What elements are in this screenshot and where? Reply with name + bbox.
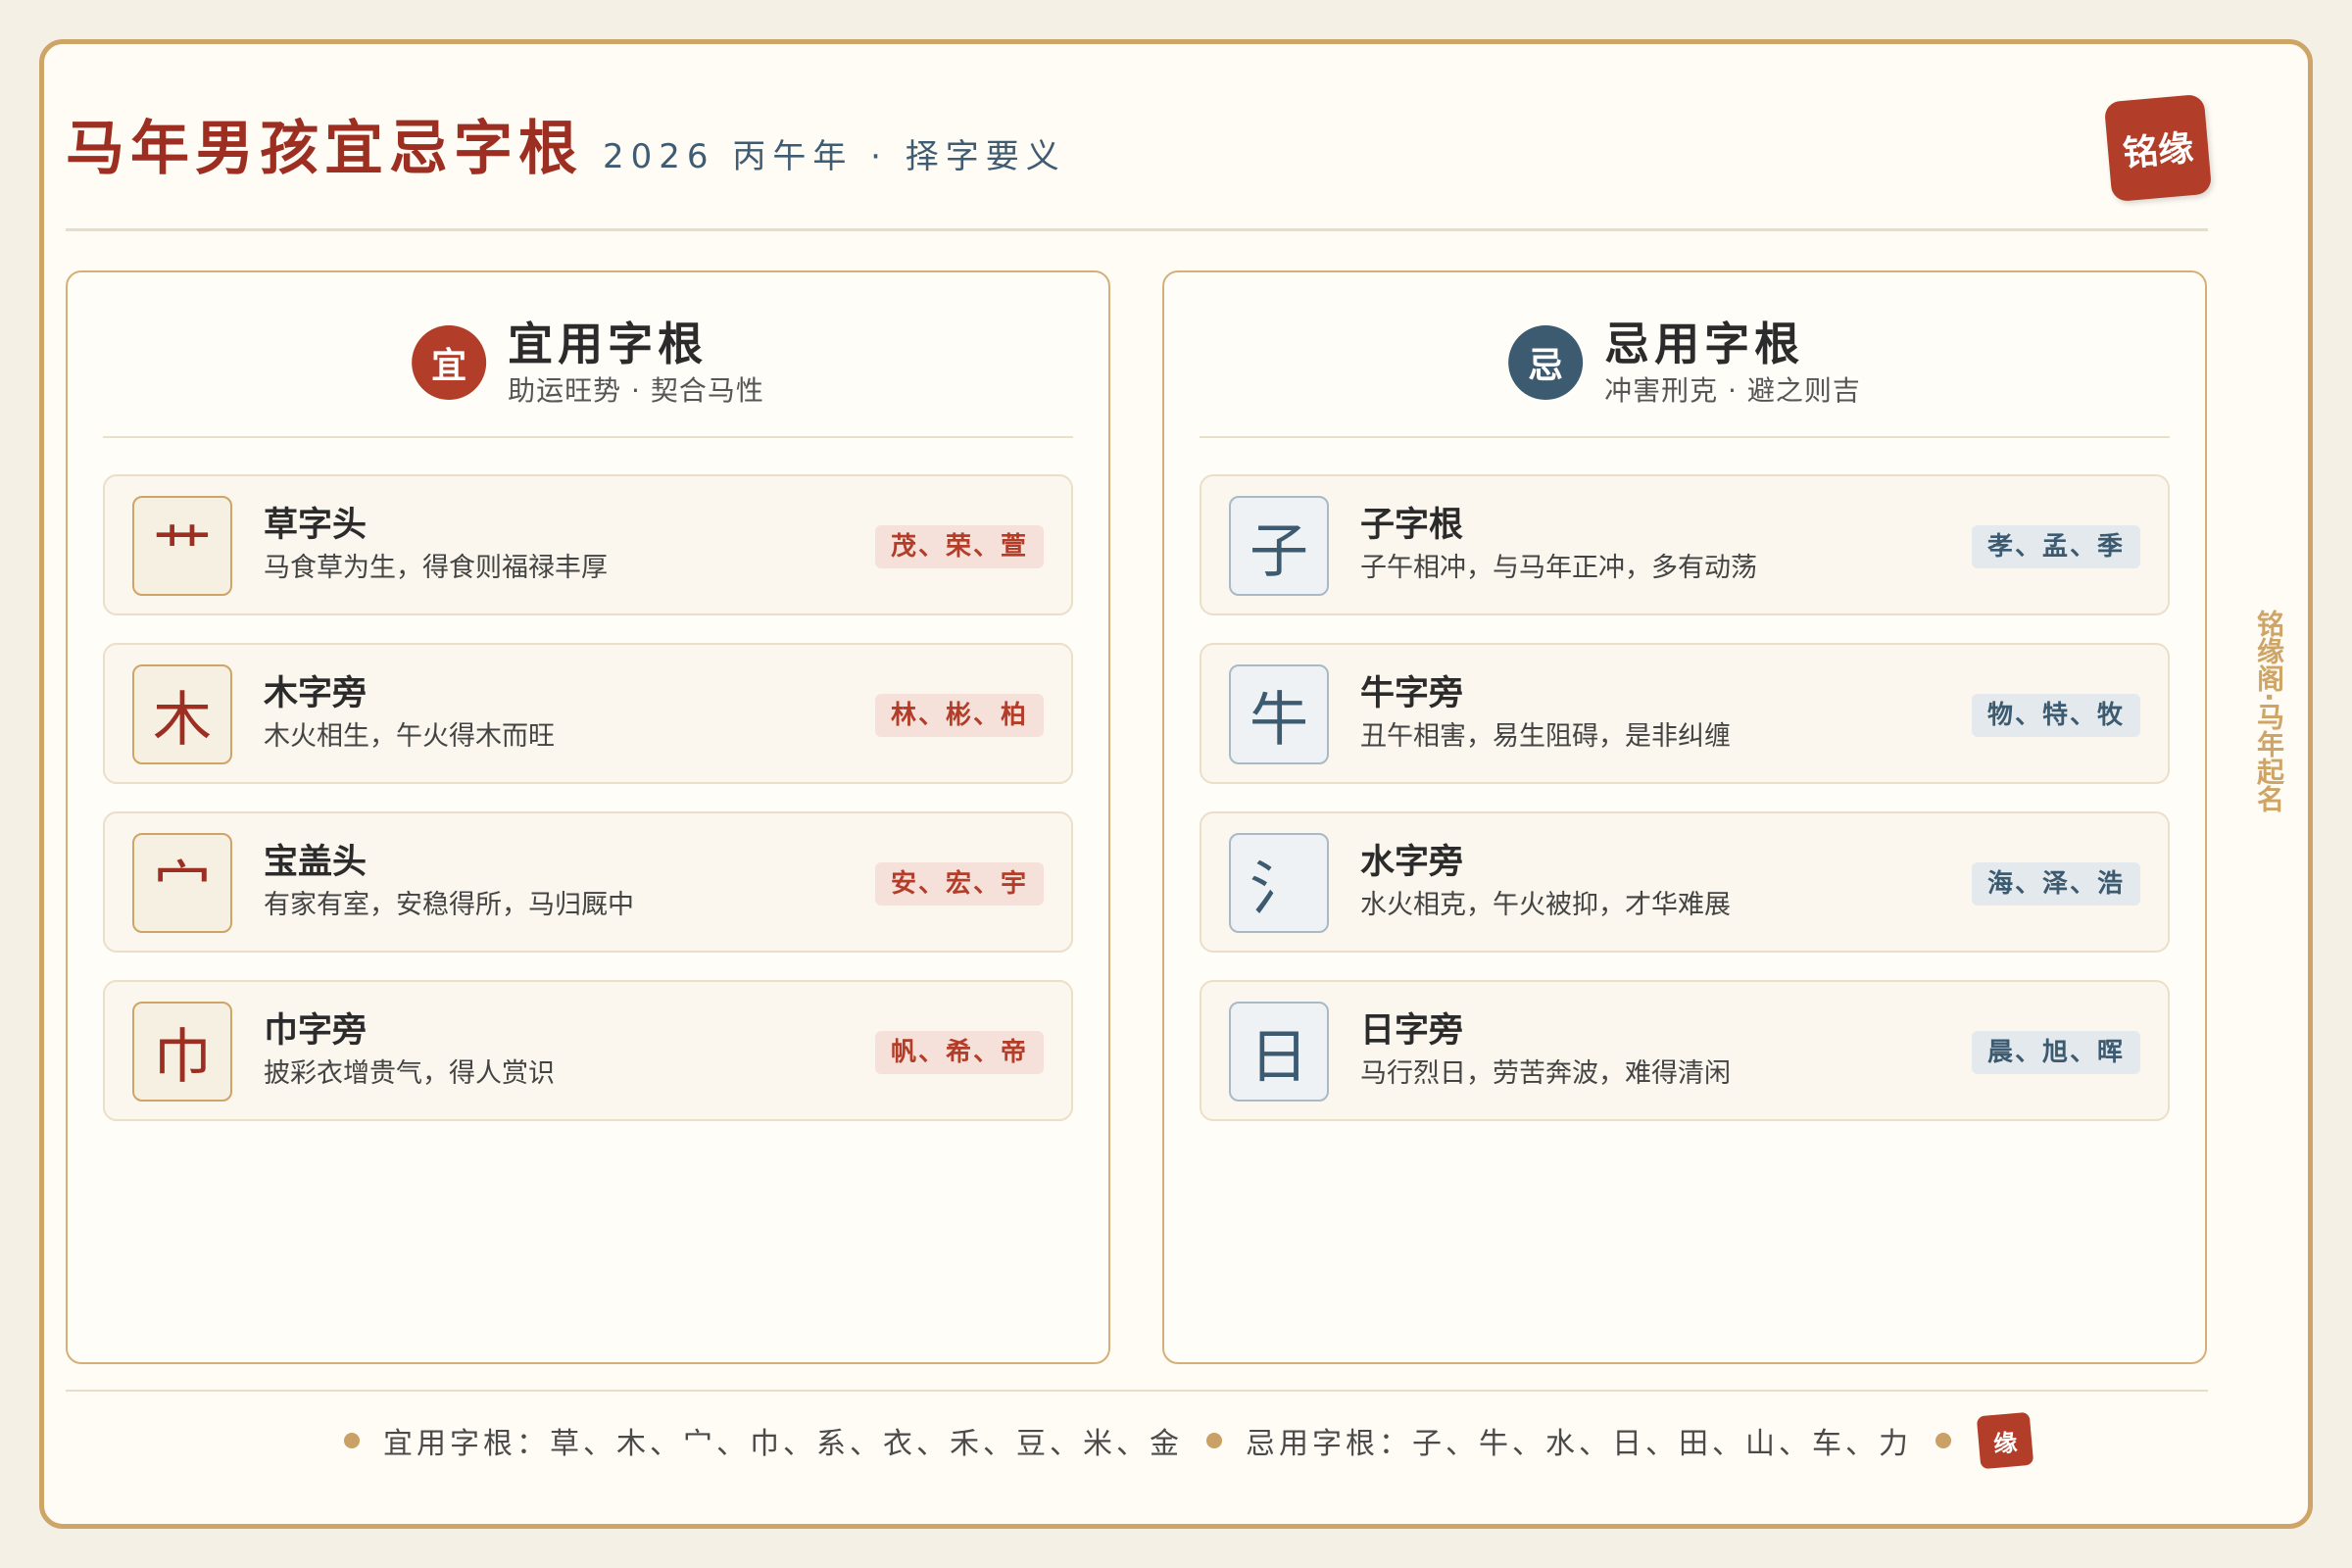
radical-desc: 木火相生，午火得木而旺	[264, 721, 555, 752]
yi-panel: 宜 宜用字根 助运旺势 · 契合马性 艹 草字头 马食草为生，得食则福禄丰厚 茂…	[66, 270, 1110, 1364]
radical-glyph: 宀	[132, 833, 232, 933]
list-item: 木 木字旁 木火相生，午火得木而旺 林、彬、柏	[103, 643, 1073, 784]
header: 马年男孩宜忌字根 2026 丙午年 · 择字要义 铭缘	[66, 69, 2213, 235]
side-brand-text: 铭缘阁·马年起名	[2253, 610, 2285, 812]
radical-name: 牛字旁	[1360, 673, 1464, 713]
radical-glyph: 艹	[132, 496, 232, 596]
bullet-dot	[1206, 1433, 1222, 1448]
radical-desc: 子午相冲，与马年正冲，多有动荡	[1360, 553, 1757, 583]
ji-panel-subtitle: 冲害刑克 · 避之则吉	[1604, 374, 1861, 407]
radical-glyph: 巾	[132, 1002, 232, 1102]
footer-ji-summary: 忌用字根：子、牛、水、日、田、山、车、力	[1246, 1427, 1912, 1461]
radical-glyph: 牛	[1229, 664, 1329, 764]
yi-badge: 宜	[412, 325, 487, 400]
radical-desc: 水火相克，午火被抑，才华难展	[1360, 890, 1731, 920]
radical-name: 木字旁	[264, 673, 368, 713]
radical-glyph: 木	[132, 664, 232, 764]
radical-glyph: 氵	[1229, 833, 1329, 933]
list-item: 艹 草字头 马食草为生，得食则福禄丰厚 茂、荣、萱	[103, 474, 1073, 615]
example-chars: 物、特、牧	[1971, 694, 2140, 737]
list-item: 氵 水字旁 水火相克，午火被抑，才华难展 海、泽、浩	[1200, 811, 2170, 953]
yi-panel-subtitle: 助运旺势 · 契合马性	[508, 374, 764, 407]
ji-panel-header: 忌 忌用字根 冲害刑克 · 避之则吉	[1164, 272, 2205, 439]
seal-stamp: 铭缘	[2103, 93, 2213, 203]
yi-list: 艹 草字头 马食草为生，得食则福禄丰厚 茂、荣、萱 木 木字旁 木火相生，午火得…	[103, 474, 1073, 1149]
radical-name: 子字根	[1360, 505, 1464, 545]
list-item: 巾 巾字旁 披彩衣增贵气，得人赏识 帆、希、帝	[103, 980, 1073, 1121]
radical-desc: 马食草为生，得食则福禄丰厚	[264, 553, 608, 583]
ji-panel-title: 忌用字根	[1604, 318, 1805, 370]
radical-glyph: 子	[1229, 496, 1329, 596]
yi-panel-divider	[103, 436, 1073, 438]
yi-panel-title: 宜用字根	[508, 318, 709, 370]
radical-glyph: 日	[1229, 1002, 1329, 1102]
radical-name: 宝盖头	[264, 842, 368, 882]
radical-name: 草字头	[264, 505, 368, 545]
page-title: 马年男孩宜忌字根	[66, 115, 583, 183]
example-chars: 孝、孟、季	[1971, 525, 2140, 568]
yi-panel-header: 宜 宜用字根 助运旺势 · 契合马性	[68, 272, 1108, 439]
radical-name: 水字旁	[1360, 842, 1464, 882]
ji-panel-divider	[1200, 436, 2170, 438]
radical-desc: 丑午相害，易生阻碍，是非纠缠	[1360, 721, 1731, 752]
example-chars: 晨、旭、晖	[1971, 1031, 2140, 1074]
page-subtitle: 2026 丙午年 · 择字要义	[603, 137, 1066, 176]
example-chars: 海、泽、浩	[1971, 862, 2140, 906]
radical-desc: 有家有室，安稳得所，马归厩中	[264, 890, 634, 920]
footer-seal-stamp: 缘	[1976, 1411, 2034, 1470]
radical-desc: 马行烈日，劳苦奔波，难得清闲	[1360, 1058, 1731, 1089]
list-item: 宀 宝盖头 有家有室，安稳得所，马归厩中 安、宏、宇	[103, 811, 1073, 953]
footer: 宜用字根：草、木、宀、巾、系、衣、禾、豆、米、金 忌用字根：子、牛、水、日、田、…	[0, 1411, 2352, 1470]
list-item: 子 子字根 子午相冲，与马年正冲，多有动荡 孝、孟、季	[1200, 474, 2170, 615]
ji-panel: 忌 忌用字根 冲害刑克 · 避之则吉 子 子字根 子午相冲，与马年正冲，多有动荡…	[1162, 270, 2207, 1364]
bullet-dot	[1936, 1433, 1951, 1448]
radical-name: 日字旁	[1360, 1010, 1464, 1051]
bullet-dot	[344, 1433, 360, 1448]
example-chars: 帆、希、帝	[874, 1031, 1044, 1074]
radical-name: 巾字旁	[264, 1010, 368, 1051]
example-chars: 林、彬、柏	[874, 694, 1044, 737]
header-divider	[66, 228, 2208, 231]
radical-desc: 披彩衣增贵气，得人赏识	[264, 1058, 555, 1089]
list-item: 日 日字旁 马行烈日，劳苦奔波，难得清闲 晨、旭、晖	[1200, 980, 2170, 1121]
example-chars: 茂、荣、萱	[874, 525, 1044, 568]
ji-badge: 忌	[1508, 325, 1584, 400]
ji-list: 子 子字根 子午相冲，与马年正冲，多有动荡 孝、孟、季 牛 牛字旁 丑午相害，易…	[1200, 474, 2170, 1149]
footer-yi-summary: 宜用字根：草、木、宀、巾、系、衣、禾、豆、米、金	[383, 1427, 1183, 1461]
example-chars: 安、宏、宇	[874, 862, 1044, 906]
list-item: 牛 牛字旁 丑午相害，易生阻碍，是非纠缠 物、特、牧	[1200, 643, 2170, 784]
footer-divider	[66, 1390, 2208, 1392]
